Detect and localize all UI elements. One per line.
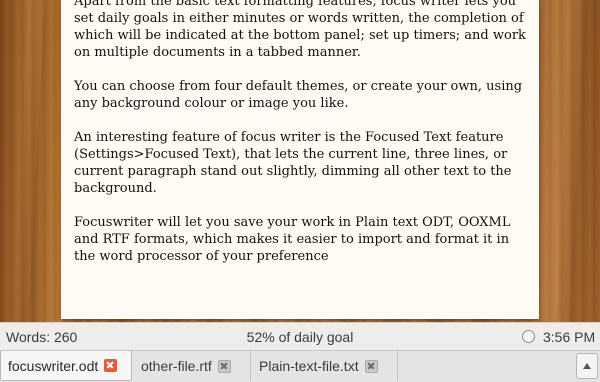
daily-goal-progress: 52% of daily goal [246, 329, 354, 345]
tab-label: focuswriter.odt [8, 357, 99, 374]
document-paragraph: Focuswriter will let you save your work … [74, 215, 511, 264]
timer-icon[interactable] [522, 330, 535, 343]
close-icon[interactable] [364, 359, 378, 373]
document-page[interactable]: Apart from the basic text formatting fea… [61, 0, 539, 319]
tab-label: other-file.rtf [141, 358, 212, 374]
tab-list-up-arrow-icon[interactable] [576, 353, 598, 379]
document-paragraph: You can choose from four default themes,… [74, 79, 523, 111]
close-icon[interactable] [104, 359, 118, 372]
tab-focuswriter-odt[interactable]: focuswriter.odt [0, 351, 132, 381]
tab-other-file-rtf[interactable]: other-file.rtf [134, 351, 251, 381]
document-paragraph: Apart from the basic text formatting fea… [74, 0, 526, 60]
document-paragraph: An interesting feature of focus writer i… [74, 130, 512, 196]
tab-bar: focuswriter.odt other-file.rtf Plain-tex… [0, 350, 600, 382]
document-text-area[interactable]: Apart from the basic text formatting fea… [74, 0, 528, 282]
tab-plain-text-file-txt[interactable]: Plain-text-file.txt [252, 351, 398, 381]
clock: 3:56 PM [543, 329, 596, 345]
status-bar: Words: 260 52% of daily goal 3:56 PM [0, 322, 600, 351]
close-icon[interactable] [217, 359, 231, 373]
tab-label: Plain-text-file.txt [259, 358, 359, 374]
